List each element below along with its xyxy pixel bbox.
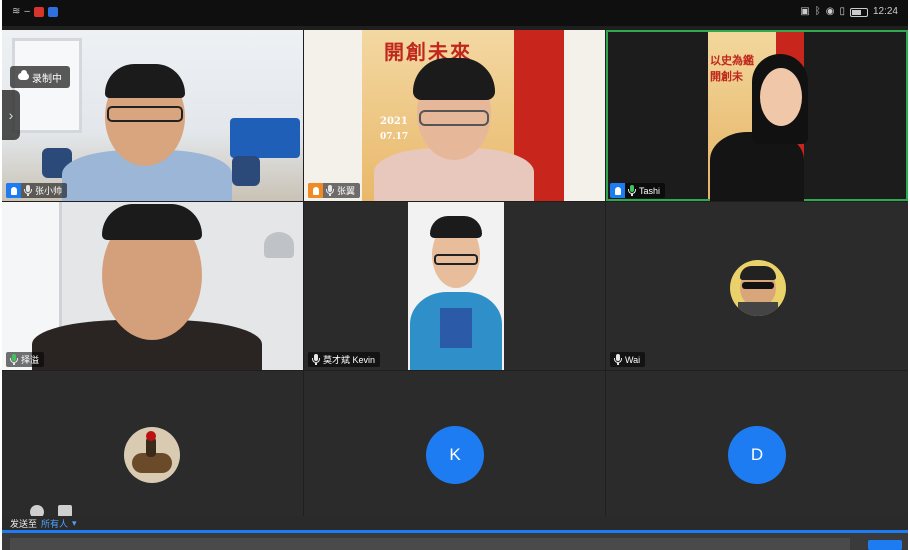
person-face-front — [760, 68, 802, 126]
participant-name-tag: 张小帅 — [6, 183, 68, 198]
bluetooth-icon: ᛒ — [814, 6, 821, 17]
video-tile-8[interactable]: K — [304, 371, 605, 516]
chat-send-bar: 发送至 所有人 ▾ — [2, 516, 908, 530]
participant-name: Tashi — [639, 185, 661, 196]
side-panel-toggle[interactable]: › — [2, 90, 20, 140]
chair-shape — [232, 156, 260, 186]
video-tile-5[interactable]: 莫才斌 Kevin — [304, 202, 605, 370]
video-tile-7[interactable] — [2, 371, 303, 516]
participant-name: 莫才斌 Kevin — [323, 355, 376, 365]
chat-input[interactable] — [10, 538, 850, 550]
participant-name: Wai — [625, 354, 641, 365]
video-tile-3[interactable]: 以史為鑑 開創未 Tashi — [606, 30, 908, 201]
avatar: K — [426, 426, 484, 484]
microphone-icon — [24, 185, 32, 196]
send-to-target[interactable]: 所有人 — [41, 517, 68, 530]
status-bar: ≋ – ▣ ᛒ ◉ ▯ 12:24 — [2, 0, 908, 26]
recording-indicator: 录制中 — [10, 66, 70, 88]
microphone-speaking-icon — [10, 354, 18, 365]
video-tile-2[interactable]: 開創未來 2021 07.17 张翼 — [304, 30, 605, 201]
glasses-shape — [434, 254, 478, 265]
poster-year: 2021 — [380, 116, 408, 127]
chevron-right-icon: › — [8, 107, 14, 123]
cloud-icon — [18, 70, 29, 80]
person-hair — [105, 64, 185, 98]
status-right: ▣ ᛒ ◉ ▯ 12:24 — [800, 6, 898, 18]
participant-name-tag: 莫才斌 Kevin — [308, 352, 381, 367]
participant-name: 张小帅 — [35, 186, 63, 196]
chevron-down-icon[interactable]: ▾ — [72, 518, 77, 529]
video-meeting-screen: ≋ – ▣ ᛒ ◉ ▯ 12:24 › 录制中 张小帅 開創未來 2021 07… — [2, 0, 908, 550]
avatar — [124, 427, 180, 483]
video-tile-9[interactable]: D — [606, 371, 908, 516]
poster-title: 以史為鑑 — [710, 54, 754, 67]
camera-icon: ◉ — [825, 6, 835, 17]
wifi-icon: ≋ — [12, 6, 21, 17]
recording-label: 录制中 — [32, 73, 62, 85]
participant-name-tag: 择溢 — [6, 352, 45, 367]
participant-name: 张翼 — [337, 186, 356, 196]
send-button[interactable] — [868, 540, 902, 550]
avatar: D — [728, 426, 786, 484]
status-left: ≋ – — [12, 6, 58, 18]
host-icon — [6, 183, 21, 198]
blue-sofa-shape — [230, 118, 300, 158]
video-tile-1[interactable]: › 录制中 张小帅 — [2, 30, 303, 201]
microphone-icon — [326, 185, 334, 196]
participant-name-tag: Wai — [610, 352, 646, 367]
person-hair — [430, 216, 482, 238]
poster-subtitle: 開創未 — [710, 70, 743, 83]
cohost-icon — [308, 183, 323, 198]
battery-icon — [849, 7, 868, 17]
microphone-icon — [614, 354, 622, 365]
host-icon — [610, 183, 625, 198]
participant-name-tag: 张翼 — [308, 183, 361, 198]
lamp-shape — [264, 232, 294, 258]
microphone-icon — [312, 354, 320, 365]
glasses-shape — [419, 110, 489, 126]
shirt-logo-shape — [440, 308, 472, 348]
poster-date: 07.17 — [380, 132, 409, 142]
video-tile-4[interactable]: 择溢 — [2, 202, 303, 370]
avatar — [730, 260, 786, 316]
video-tile-6[interactable]: Wai — [606, 202, 908, 370]
nfc-icon: ▣ — [800, 6, 810, 17]
person-hair — [102, 204, 202, 240]
participant-name: 择溢 — [21, 355, 40, 365]
send-to-label: 发送至 — [10, 518, 38, 529]
glasses-shape — [107, 106, 183, 122]
participant-name-tag: Tashi — [610, 183, 666, 198]
app-badge-blue-icon — [47, 7, 58, 17]
app-badge-red-icon — [33, 7, 44, 17]
microphone-icon — [628, 185, 636, 196]
vibrate-icon: ▯ — [839, 6, 845, 17]
clock: 12:24 — [872, 6, 898, 17]
dash-icon: – — [24, 6, 30, 17]
